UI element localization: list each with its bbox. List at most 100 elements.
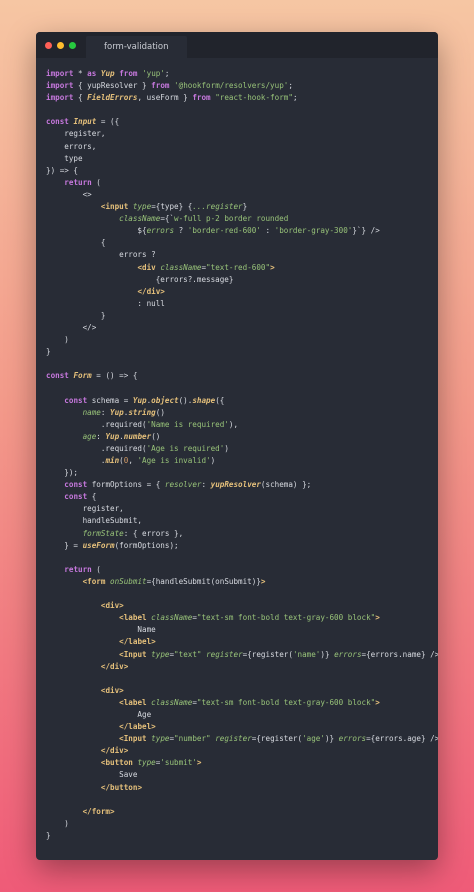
code-token: } <box>242 202 248 212</box>
code-token: ? <box>174 226 188 236</box>
code-token: (). <box>178 395 193 405</box>
code-line: } = useForm(formOptions); <box>46 540 438 552</box>
code-token: <label <box>119 697 147 707</box>
code-line: </label> <box>46 721 438 733</box>
code-line: import { FieldErrors, useForm } from "re… <box>46 92 438 104</box>
code-token: from <box>151 81 170 91</box>
code-token: = () => { <box>91 371 138 381</box>
close-dot-icon[interactable] <box>45 42 52 49</box>
code-token: errors <box>334 649 362 659</box>
code-token: ={type} { <box>151 202 193 212</box>
code-line: ${errors ? 'border-red-600' : 'border-gr… <box>46 225 438 237</box>
code-line: errors ? <box>46 249 438 261</box>
code-token: </> <box>46 322 97 332</box>
code-line: <label className="text-sm font-bold text… <box>46 612 438 624</box>
code-line: Name <box>46 624 438 636</box>
code-token: ${ <box>46 226 147 236</box>
code-token: ( <box>91 177 101 187</box>
code-token: 'submit' <box>160 758 197 768</box>
code-token: Name <box>46 625 156 635</box>
code-token: schema = <box>87 395 133 405</box>
code-token: 'name' <box>292 649 321 659</box>
code-token: "text-sm font-bold text-gray-600 block" <box>196 697 376 707</box>
code-line: errors, <box>46 141 438 153</box>
code-token: FieldErrors <box>87 93 138 103</box>
code-token: formOptions = { <box>87 480 165 490</box>
code-window: form-validation import * as Yup from 'yu… <box>36 32 438 860</box>
code-token: : <box>100 407 111 417</box>
code-token: : null <box>46 298 165 308</box>
code-token: <div> <box>100 685 124 695</box>
code-token: 'Age is invalid' <box>137 456 211 465</box>
code-token: .required( <box>46 443 147 453</box>
code-line: .required('Name is required'), <box>46 419 438 431</box>
code-token: . <box>46 456 106 465</box>
code-token: Form <box>73 371 92 381</box>
code-token: ={errors.name} /> <box>361 649 438 659</box>
code-token: )} <box>324 734 339 744</box>
code-token: resolver <box>164 480 202 490</box>
code-line: <div> <box>46 600 438 612</box>
code-token: {errors?.message} <box>46 274 234 284</box>
code-token: Yup <box>110 407 124 417</box>
code-token: <div> <box>100 601 124 611</box>
code-token: ; <box>164 69 170 78</box>
code-token: () <box>151 431 161 441</box>
code-line: return ( <box>46 564 438 576</box>
code-token: * <box>73 69 88 78</box>
code-token: from <box>192 93 211 103</box>
code-token: > <box>375 697 380 707</box>
code-token: Yup <box>132 395 147 405</box>
maximize-dot-icon[interactable] <box>69 42 76 49</box>
code-token: ={register( <box>251 734 303 744</box>
code-token: ; <box>292 93 298 103</box>
code-token: ) <box>46 818 69 828</box>
code-token: : { errors }, <box>123 528 184 538</box>
code-token: name <box>82 407 101 417</box>
code-line: type <box>46 153 438 165</box>
code-line: age: Yup.number() <box>46 431 438 443</box>
code-token: <Input <box>119 649 147 659</box>
code-token: type <box>132 202 152 212</box>
code-line: </div> <box>46 661 438 673</box>
code-token: register, <box>46 504 124 514</box>
code-line: <> <box>46 189 438 201</box>
code-token: type <box>151 734 170 744</box>
code-token: , useForm } <box>137 93 193 103</box>
code-token: </div> <box>100 746 129 756</box>
tab-form-validation[interactable]: form-validation <box>86 36 187 58</box>
code-line: <div> <box>46 685 438 697</box>
code-token: (formOptions); <box>114 540 179 550</box>
code-line: import * as Yup from 'yup'; <box>46 68 438 80</box>
code-token: (schema) }; <box>260 480 312 490</box>
minimize-dot-icon[interactable] <box>57 42 64 49</box>
code-token: </label> <box>119 637 156 647</box>
code-line: </div> <box>46 745 438 757</box>
code-token: onSubmit <box>110 576 147 586</box>
code-token: import <box>46 69 74 78</box>
code-token: import <box>46 81 74 91</box>
code-token: <input <box>100 202 129 212</box>
code-token: className <box>160 262 202 272</box>
code-token: const <box>64 480 88 490</box>
code-token: Input <box>73 117 97 127</box>
code-token: useForm <box>82 540 115 550</box>
code-line: import { yupResolver } from '@hookform/r… <box>46 80 438 92</box>
code-token: errors ? <box>46 250 156 260</box>
code-token: "text-red-600" <box>206 262 271 272</box>
code-token: <> <box>46 189 92 199</box>
code-token: ; <box>288 81 293 91</box>
code-token: register <box>215 734 252 744</box>
code-token: type <box>46 153 83 163</box>
code-token: 'age' <box>302 734 325 744</box>
code-line: const formOptions = { resolver: yupResol… <box>46 479 438 491</box>
